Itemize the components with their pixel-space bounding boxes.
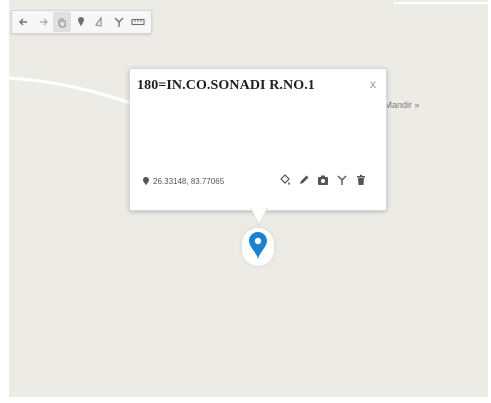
polygon-icon	[95, 16, 102, 27]
coordinates-text: 26.33148, 83.77065	[153, 177, 225, 186]
route-tool-button[interactable]	[110, 12, 128, 32]
pan-tool-button[interactable]	[53, 12, 71, 32]
map-toolbar	[11, 10, 152, 34]
road	[9, 76, 134, 106]
measure-tool-button[interactable]	[129, 12, 147, 32]
fill-color-button[interactable]	[277, 172, 293, 188]
redo-button[interactable]	[34, 12, 52, 32]
delete-button[interactable]	[353, 172, 369, 188]
polygon-tool-button[interactable]	[91, 12, 109, 32]
hand-icon	[58, 18, 67, 28]
popup-tail-fill	[251, 208, 267, 224]
popup-actions	[274, 172, 369, 188]
popup-title: 180=IN.CO.SONADI R.NO.1	[137, 78, 315, 93]
marker-popup: 180=IN.CO.SONADI R.NO.1 x 26.33148, 83.7…	[129, 68, 387, 211]
close-button[interactable]: x	[370, 77, 376, 91]
marker-icon	[78, 17, 84, 27]
ruler-icon	[131, 18, 145, 26]
trash-icon	[357, 174, 365, 185]
map-marker-icon[interactable]	[249, 232, 267, 260]
paint-bucket-icon	[280, 174, 290, 185]
marker-tool-button[interactable]	[72, 12, 90, 32]
edit-button[interactable]	[296, 172, 312, 188]
edit-pencil-icon	[300, 175, 309, 184]
route-icon	[114, 17, 124, 27]
photo-button[interactable]	[315, 172, 331, 188]
route-button[interactable]	[334, 172, 350, 188]
camera-icon	[318, 175, 328, 185]
undo-icon	[19, 18, 27, 26]
route-icon	[337, 175, 347, 185]
redo-icon	[40, 18, 48, 26]
location-pin-icon	[143, 177, 149, 186]
coordinates: 26.33148, 83.77065	[143, 177, 224, 186]
undo-button[interactable]	[15, 12, 33, 32]
